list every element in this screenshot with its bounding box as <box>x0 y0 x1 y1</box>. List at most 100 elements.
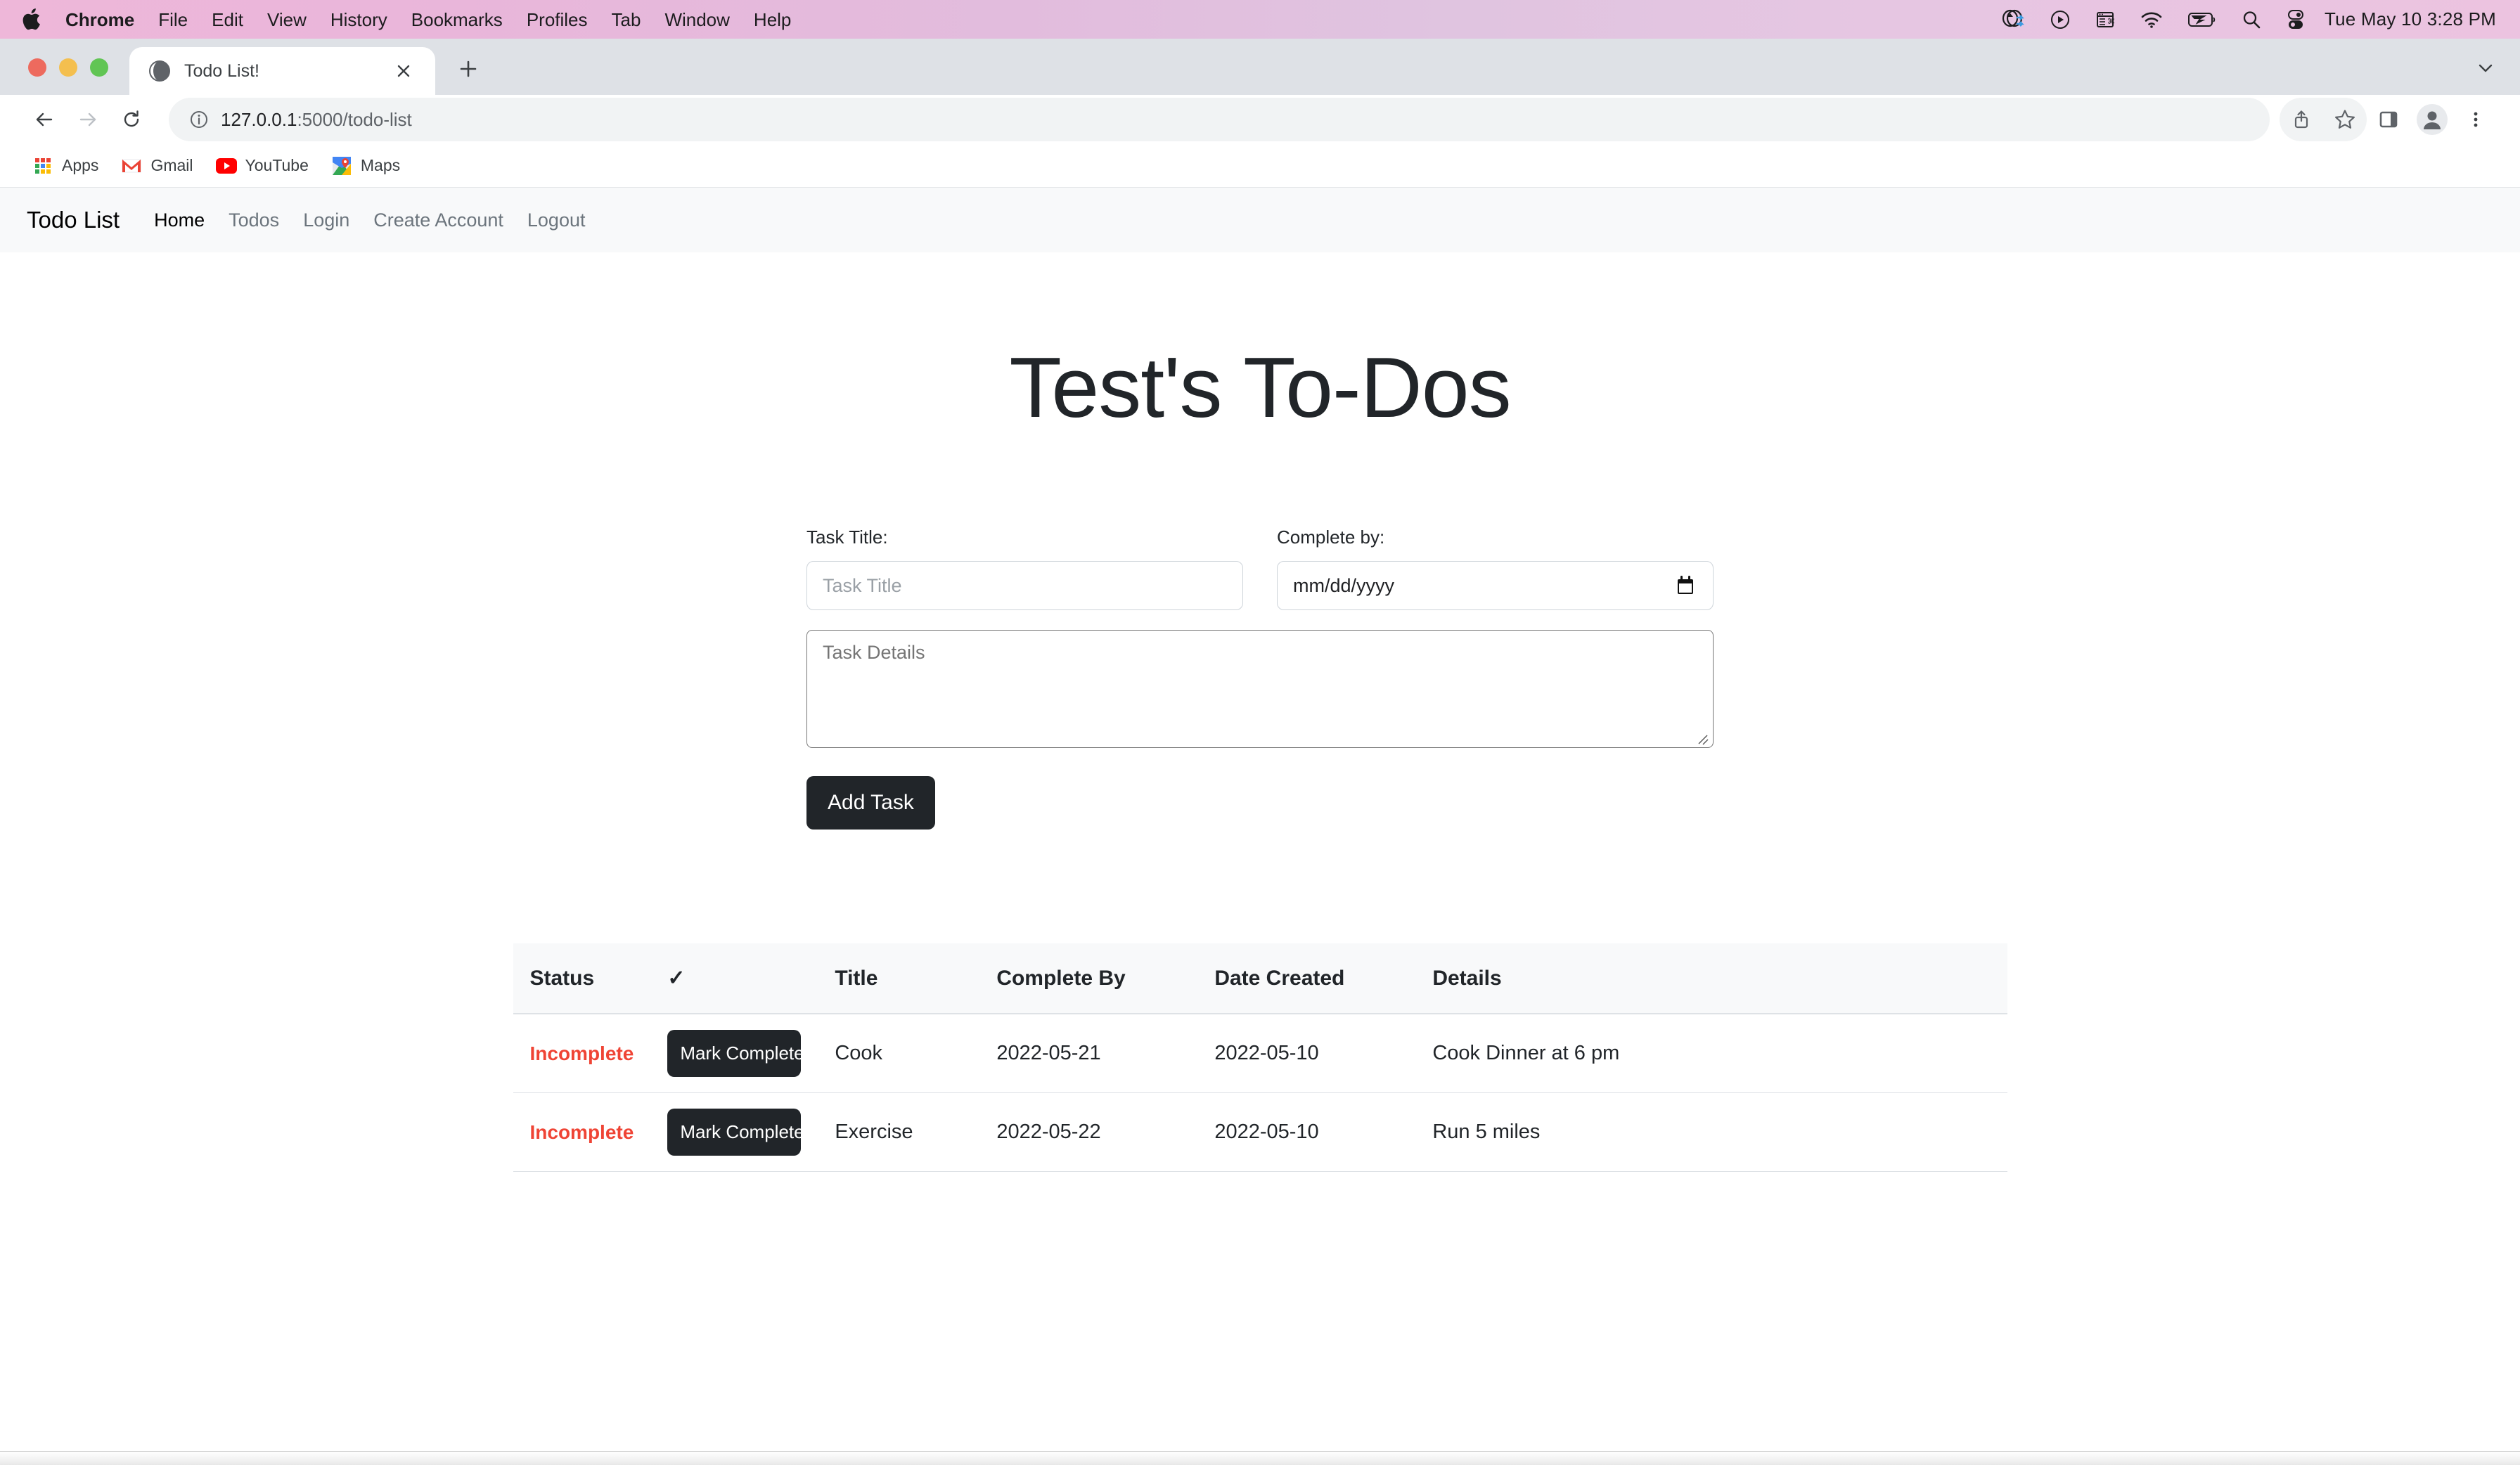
three-dot-menu-icon[interactable] <box>2454 98 2498 141</box>
task-title-group: Task Title: Task Title <box>806 527 1243 610</box>
task-title-input[interactable]: Task Title <box>806 561 1243 610</box>
menu-item-file[interactable]: File <box>146 11 200 29</box>
menu-bar-items: Chrome File Edit View History Bookmarks … <box>18 8 803 32</box>
form-row-top: Task Title: Task Title Complete by: mm/d… <box>806 527 1714 610</box>
nav-link-home[interactable]: Home <box>142 209 217 231</box>
vpn-icon[interactable] <box>1988 9 2038 30</box>
date-placeholder: mm/dd/yyyy <box>1293 574 1395 596</box>
cell-details: Run 5 miles <box>1415 1092 2007 1173</box>
navbar-brand[interactable]: Todo List <box>17 207 129 233</box>
menu-item-bookmarks[interactable]: Bookmarks <box>399 11 515 29</box>
battery-charging-icon[interactable] <box>2175 12 2229 27</box>
minimize-window-button[interactable] <box>59 58 77 77</box>
background-window-content <box>0 1452 2520 1465</box>
share-icon[interactable] <box>2280 98 2323 141</box>
column-header-details: Details <box>1415 943 2007 1014</box>
menu-item-edit[interactable]: Edit <box>200 11 255 29</box>
side-panel-icon[interactable] <box>2367 98 2410 141</box>
cell-status: Incomplete <box>513 1092 651 1173</box>
complete-by-date-input[interactable]: mm/dd/yyyy <box>1277 561 1714 610</box>
column-header-date-created: Date Created <box>1197 943 1416 1014</box>
menu-item-window[interactable]: Window <box>652 11 741 29</box>
menu-item-chrome[interactable]: Chrome <box>53 11 146 29</box>
cell-title: Exercise <box>818 1092 980 1173</box>
menu-item-profiles[interactable]: Profiles <box>515 11 600 29</box>
browser-tab[interactable]: Todo List! <box>129 47 435 95</box>
tabstrip-expand-icon[interactable] <box>2475 58 2520 95</box>
add-task-form: Task Title: Task Title Complete by: mm/d… <box>806 437 1714 830</box>
svg-text:⌘: ⌘ <box>2107 18 2115 26</box>
forward-arrow-icon[interactable] <box>66 98 110 141</box>
info-circle-icon[interactable] <box>184 105 214 134</box>
menu-item-tab[interactable]: Tab <box>600 11 653 29</box>
tab-title: Todo List! <box>184 60 260 81</box>
url-host: 127.0.0.1 <box>221 108 297 130</box>
window-manager-icon[interactable]: ⌘ <box>2083 10 2128 30</box>
task-details-placeholder: Task Details <box>823 642 925 663</box>
bookmarks-bar: Apps Gmail YouTube Maps <box>0 144 2520 188</box>
gmail-icon <box>121 155 142 176</box>
add-task-button[interactable]: Add Task <box>806 776 935 830</box>
toolbar-right-actions <box>2280 98 2498 141</box>
menu-bar-clock[interactable]: Tue May 10 3:28 PM <box>2318 8 2496 30</box>
menu-item-view[interactable]: View <box>255 11 319 29</box>
task-details-textarea[interactable]: Task Details <box>806 630 1714 748</box>
task-title-label: Task Title: <box>806 527 888 548</box>
page-content: Test's To-Dos Task Title: Task Title Com… <box>0 338 2520 1173</box>
todo-table-body: Incomplete Mark Complete Cook 2022-05-21… <box>513 1014 2007 1173</box>
nav-link-todos[interactable]: Todos <box>217 209 291 231</box>
calendar-icon[interactable] <box>1673 574 1697 598</box>
table-header-row: Status ✓ Title Complete By Date Created … <box>513 943 2007 1014</box>
complete-by-label: Complete by: <box>1277 527 1385 548</box>
chrome-browser-window: Todo List! 127.0.0.1:5000/todo-list Apps… <box>0 39 2520 1465</box>
menu-bar-status-items: ⌘ Tue May 10 3:28 PM <box>1988 8 2502 30</box>
background-window-sliver[interactable] <box>0 1451 2520 1465</box>
cell-complete-by: 2022-05-22 <box>979 1092 1198 1173</box>
star-icon[interactable] <box>2323 98 2367 141</box>
search-icon[interactable] <box>2229 10 2274 30</box>
back-arrow-icon[interactable] <box>22 98 66 141</box>
textarea-resize-handle[interactable] <box>1695 730 1710 745</box>
apple-logo-icon[interactable] <box>18 8 44 32</box>
close-window-button[interactable] <box>28 58 46 77</box>
cell-status: Incomplete <box>513 1014 651 1094</box>
sliver-text <box>105 1452 110 1465</box>
cell-date-created: 2022-05-10 <box>1197 1014 1416 1094</box>
bookmark-gmail[interactable]: Gmail <box>110 151 204 181</box>
play-circle-icon[interactable] <box>2038 10 2083 30</box>
bookmark-apps[interactable]: Apps <box>21 151 110 181</box>
profile-avatar-icon[interactable] <box>2410 98 2454 141</box>
address-bar[interactable]: 127.0.0.1:5000/todo-list <box>169 98 2270 141</box>
menu-item-history[interactable]: History <box>319 11 399 29</box>
bookmark-label: Gmail <box>150 156 193 174</box>
bookmark-youtube[interactable]: YouTube <box>205 151 320 181</box>
nav-link-login[interactable]: Login <box>291 209 361 231</box>
column-header-check: ✓ <box>650 943 818 1014</box>
wifi-icon[interactable] <box>2128 11 2175 28</box>
reload-icon[interactable] <box>110 98 153 141</box>
url-path: :5000/todo-list <box>297 108 412 130</box>
address-bar-url: 127.0.0.1:5000/todo-list <box>221 109 412 131</box>
browser-toolbar: 127.0.0.1:5000/todo-list <box>0 95 2520 144</box>
table-row: Incomplete Mark Complete Cook 2022-05-21… <box>513 1014 2007 1094</box>
mark-complete-button[interactable]: Mark Complete <box>667 1109 804 1156</box>
column-header-title: Title <box>818 943 980 1014</box>
maximize-window-button[interactable] <box>90 58 108 77</box>
control-center-icon[interactable] <box>2274 9 2318 30</box>
globe-icon <box>148 59 172 83</box>
table-row: Incomplete Mark Complete Exercise 2022-0… <box>513 1092 2007 1173</box>
new-tab-button[interactable] <box>445 46 491 92</box>
bookmark-label: YouTube <box>245 156 309 174</box>
nav-link-create-account[interactable]: Create Account <box>361 209 515 231</box>
apps-grid-icon <box>32 155 53 176</box>
mark-complete-button[interactable]: Mark Complete <box>667 1030 804 1078</box>
menu-item-help[interactable]: Help <box>742 11 803 29</box>
task-title-placeholder: Task Title <box>823 574 902 596</box>
todo-table-container: Status ✓ Title Complete By Date Created … <box>513 943 2007 1173</box>
toolbar-action-pill <box>2280 98 2367 141</box>
todo-table-head: Status ✓ Title Complete By Date Created … <box>513 943 2007 1014</box>
bookmark-maps[interactable]: Maps <box>320 151 411 181</box>
nav-link-logout[interactable]: Logout <box>515 209 598 231</box>
complete-by-group: Complete by: mm/dd/yyyy <box>1277 527 1714 610</box>
close-icon[interactable] <box>390 58 417 84</box>
